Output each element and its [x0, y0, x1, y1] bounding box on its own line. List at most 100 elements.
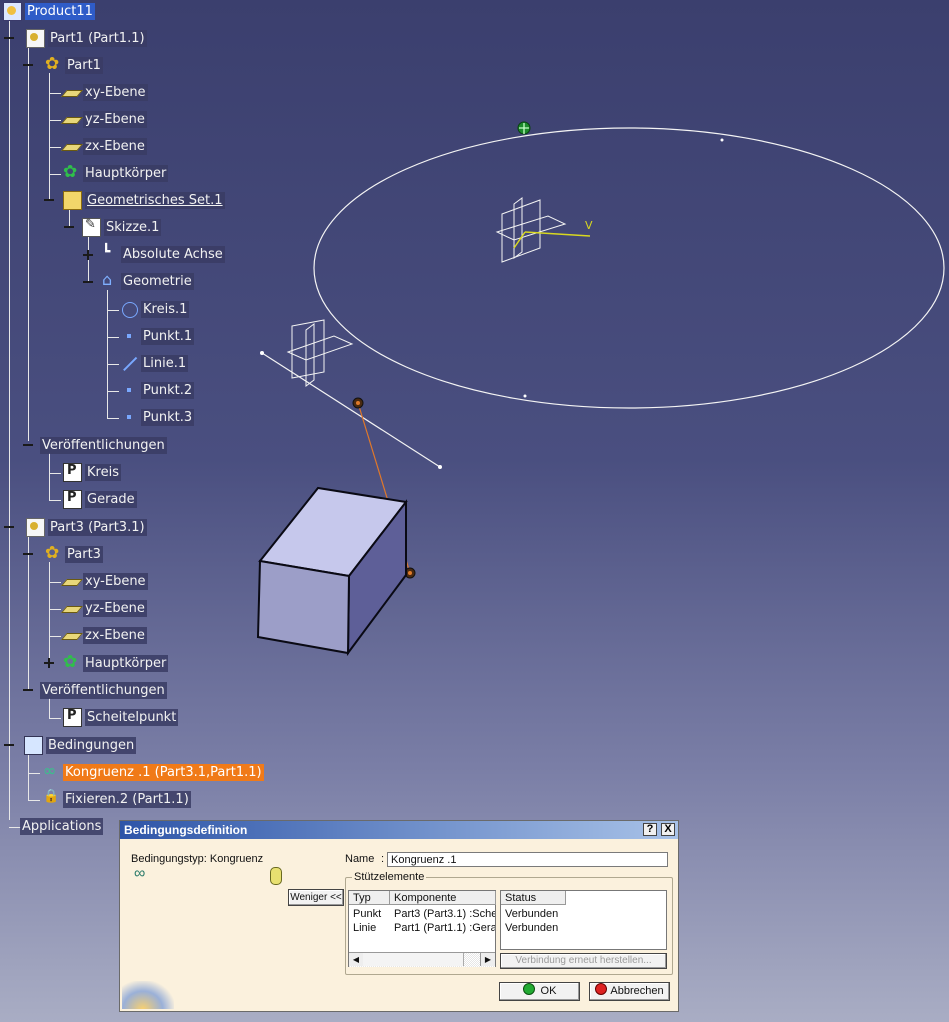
tree-node-kongruenz[interactable]: Kongruenz .1 (Part3.1,Part1.1) [43, 761, 264, 781]
constraints-icon [24, 735, 43, 755]
tree-node-linie1[interactable]: Linie.1 [121, 354, 189, 372]
tree-node-label: Geometrie [121, 272, 194, 290]
anchor-icon[interactable] [517, 121, 531, 135]
tree-node-pub-scheitelpunkt[interactable]: Scheitelpunkt [63, 707, 179, 727]
ellipse-point [720, 138, 724, 142]
ellipse-point [523, 394, 527, 398]
tree-node-part1-instance[interactable]: Part1 (Part1.1) [26, 28, 147, 48]
tree-node-part3[interactable]: Part3 [45, 543, 103, 563]
tree-node-label: Gerade [85, 490, 137, 508]
tree-node-label: Bedingungen [46, 736, 137, 754]
tree-node-label: xy-Ebene [83, 572, 148, 590]
cancel-button[interactable]: Abbrechen [589, 982, 670, 1001]
coincidence-icon: ∞ [134, 865, 146, 882]
tree-node-part1[interactable]: Part1 [45, 54, 103, 74]
tree-node-plane-yz[interactable]: yz-Ebene [63, 599, 147, 617]
scrollbar-thumb[interactable] [363, 953, 464, 966]
geometry-icon [101, 270, 118, 290]
horizontal-scrollbar[interactable]: ◀ ▶ [349, 952, 495, 967]
tree-node-punkt2[interactable]: Punkt.2 [121, 381, 195, 399]
cell-typ[interactable]: Punkt [353, 907, 389, 921]
tree-node-constraints[interactable]: Bedingungen [24, 735, 137, 755]
tree-node-plane-zx[interactable]: zx-Ebene [63, 137, 147, 155]
tree-node-body[interactable]: Hauptkörper [63, 162, 169, 182]
collapse-toggle[interactable] [83, 277, 93, 287]
name-label: Name [345, 853, 375, 865]
collapse-toggle[interactable] [4, 33, 14, 43]
tree-node-plane-xy[interactable]: xy-Ebene [63, 83, 148, 101]
point-icon [121, 382, 138, 399]
cell-status[interactable]: Verbunden [505, 907, 558, 921]
name-separator: : [381, 853, 385, 865]
tree-node-label: Kongruenz .1 (Part3.1,Part1.1) [63, 763, 264, 781]
collapse-toggle[interactable] [23, 549, 33, 559]
scroll-left-arrow[interactable]: ◀ [349, 953, 364, 966]
ok-button[interactable]: OK [499, 982, 580, 1001]
close-button[interactable]: X [661, 823, 675, 836]
tree-node-geometric-set[interactable]: Geometrisches Set.1 [63, 190, 225, 210]
expand-toggle[interactable] [83, 250, 93, 260]
tree-node-publications-part1[interactable]: Veröffentlichungen [40, 436, 167, 454]
collapse-toggle[interactable] [44, 195, 54, 205]
kreis-geometry[interactable] [313, 127, 945, 409]
tree-node-label: yz-Ebene [83, 599, 147, 617]
collapse-toggle[interactable] [64, 222, 74, 232]
plane-icon [63, 84, 80, 101]
tree-node-punkt3[interactable]: Punkt.3 [121, 408, 195, 426]
tree-node-applications[interactable]: Applications [20, 817, 104, 835]
cell-status[interactable]: Verbunden [505, 921, 558, 935]
collapse-toggle[interactable] [4, 522, 14, 532]
geometric-set-icon [63, 190, 82, 210]
publication-icon [63, 489, 82, 509]
cell-typ[interactable]: Linie [353, 921, 389, 935]
constraint-marker[interactable] [352, 397, 364, 409]
tree-node-punkt1[interactable]: Punkt.1 [121, 327, 195, 345]
tree-node-label: Part3 [65, 545, 103, 563]
tree-node-label: Skizze.1 [104, 218, 162, 236]
tree-node-publications-part3[interactable]: Veröffentlichungen [40, 681, 167, 699]
dialog-titlebar[interactable]: Bedingungsdefinition ? X [120, 821, 678, 839]
tree-node-absolute-axis[interactable]: Absolute Achse [101, 244, 225, 263]
tree-node-sketch[interactable]: Skizze.1 [82, 217, 162, 237]
tree-node-part3-instance[interactable]: Part3 (Part3.1) [26, 517, 147, 537]
tree-node-geometry[interactable]: Geometrie [101, 270, 194, 290]
tree-node-pub-kreis[interactable]: Kreis [63, 462, 121, 482]
body-gear-icon [63, 162, 80, 182]
name-input[interactable]: Kongruenz .1 [387, 852, 668, 867]
support-elements-table[interactable]: Typ Komponente Punkt Part3 (Part3.1) :Sc… [348, 890, 496, 967]
status-table[interactable]: Status Verbunden Verbunden [500, 890, 667, 950]
tree-node-plane-yz[interactable]: yz-Ebene [63, 110, 147, 128]
tree-node-plane-zx[interactable]: zx-Ebene [63, 626, 147, 644]
line-icon [121, 355, 138, 372]
tree-node-product[interactable]: Product11 [3, 1, 95, 21]
tree-node-label: Linie.1 [141, 354, 189, 372]
cancel-red-icon [595, 983, 608, 995]
column-header-status[interactable]: Status [501, 891, 566, 905]
v-axis-label: V [585, 219, 593, 232]
fewer-button[interactable]: Weniger << [288, 889, 344, 906]
dialog-title: Bedingungsdefinition [124, 823, 248, 837]
point-icon [121, 328, 138, 345]
cell-komponente[interactable]: Part3 (Part3.1) :Sche [394, 907, 495, 921]
tree-node-pub-gerade[interactable]: Gerade [63, 489, 137, 509]
tree-node-body[interactable]: Hauptkörper [63, 652, 169, 672]
collapse-toggle[interactable] [23, 685, 33, 695]
tree-node-label: Kreis [85, 463, 121, 481]
cell-komponente[interactable]: Part1 (Part1.1) :Gera [394, 921, 495, 935]
expand-toggle[interactable] [44, 658, 54, 668]
tree-node-label: zx-Ebene [83, 626, 147, 644]
reconnect-button[interactable]: Verbindung erneut herstellen... [500, 953, 667, 969]
column-header-typ[interactable]: Typ [349, 891, 390, 905]
product-icon [3, 1, 22, 21]
scroll-right-arrow[interactable]: ▶ [480, 953, 495, 966]
help-button[interactable]: ? [643, 823, 657, 836]
publication-icon [63, 707, 82, 727]
tree-node-plane-xy[interactable]: xy-Ebene [63, 572, 148, 590]
tree-node-kreis[interactable]: Kreis.1 [121, 300, 190, 318]
collapse-toggle[interactable] [4, 740, 14, 750]
collapse-toggle[interactable] [23, 440, 33, 450]
collapse-toggle[interactable] [23, 60, 33, 70]
column-header-komponente[interactable]: Komponente [390, 891, 496, 905]
part3-box[interactable] [256, 486, 408, 657]
tree-node-fixieren[interactable]: Fixieren.2 (Part1.1) [43, 789, 191, 808]
